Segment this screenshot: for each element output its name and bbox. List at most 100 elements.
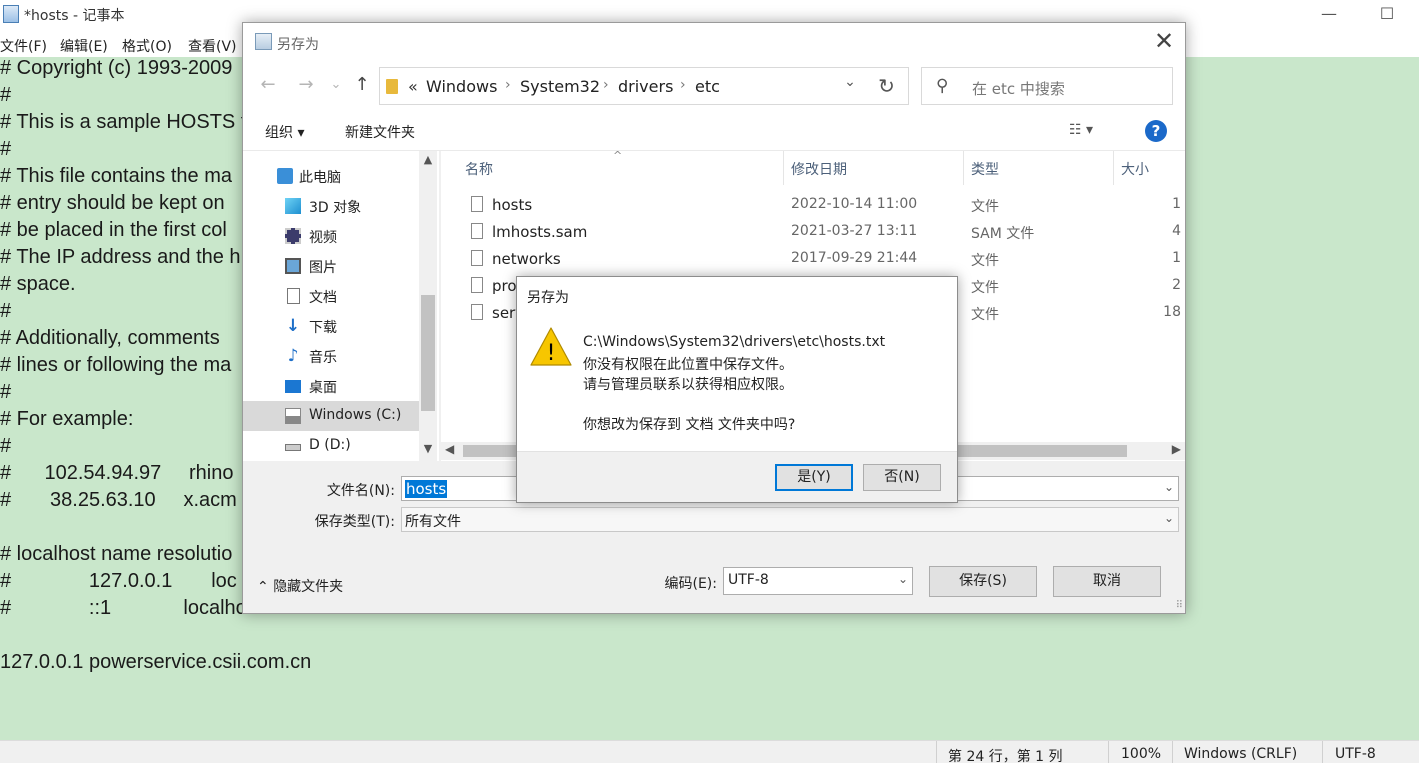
navigation-pane: 此电脑 3D 对象 视频 图片 文档 ↓ 下载 ♪ 音乐 桌面 Windows … <box>243 151 439 461</box>
text-line: # localhost name resolutio <box>0 543 233 565</box>
menu-file[interactable]: 文件(F) <box>0 36 47 56</box>
nav-pane-scrollbar[interactable]: ▲ ▼ <box>419 151 437 461</box>
sort-ascending-icon: ^ <box>613 151 623 162</box>
warning-message: 请与管理员联系以获得相应权限。 <box>583 377 793 393</box>
scroll-thumb[interactable] <box>421 295 435 411</box>
file-row[interactable]: networks 2017-09-29 21:44 文件 1 <box>441 247 1185 274</box>
column-header-size[interactable]: 大小 <box>1121 159 1149 179</box>
nav-item-windows-c[interactable]: Windows (C:) <box>243 401 419 431</box>
file-type: 文件 <box>971 253 999 269</box>
minimize-button[interactable]: — <box>1306 0 1352 30</box>
status-separator <box>1322 741 1323 763</box>
back-arrow-icon[interactable]: ← <box>255 71 281 99</box>
scroll-down-icon[interactable]: ▼ <box>419 442 437 460</box>
close-icon[interactable]: ✕ <box>1147 27 1181 57</box>
search-box[interactable]: ⚲ 在 etc 中搜索 <box>921 67 1173 105</box>
scroll-left-icon[interactable]: ◀ <box>445 442 454 456</box>
picture-icon <box>285 258 301 274</box>
file-date: 2021-03-27 13:11 <box>791 223 918 239</box>
filetype-select[interactable]: 所有文件 ⌄ <box>401 507 1179 532</box>
encoding-select[interactable]: UTF-8 ⌄ <box>723 567 913 595</box>
breadcrumb-drivers[interactable]: drivers <box>618 77 673 96</box>
status-zoom: 100% <box>1121 746 1162 762</box>
nav-item-downloads[interactable]: ↓ 下载 <box>243 311 419 341</box>
nav-item-label: 下载 <box>309 320 337 336</box>
file-size: 4 <box>1172 223 1181 239</box>
warning-question: 你想改为保存到 文档 文件夹中吗? <box>583 417 796 433</box>
up-arrow-icon[interactable]: ↑ <box>349 71 375 99</box>
menu-format[interactable]: 格式(O) <box>122 36 172 56</box>
view-options-icon[interactable]: ☷ ▾ <box>1069 122 1093 138</box>
column-header-type[interactable]: 类型 <box>971 159 999 179</box>
folder-icon <box>386 79 398 94</box>
organize-button[interactable]: 组织 ▾ <box>265 122 304 142</box>
encoding-value: UTF-8 <box>728 572 769 588</box>
column-divider[interactable] <box>963 151 964 185</box>
notepad-title: *hosts - 记事本 <box>24 8 125 24</box>
chevron-down-icon[interactable]: ⌄ <box>1164 511 1174 525</box>
filetype-value: 所有文件 <box>405 514 461 530</box>
chevron-down-icon[interactable]: ⌄ <box>838 74 862 98</box>
nav-item-label: 桌面 <box>309 380 337 396</box>
nav-item-music[interactable]: ♪ 音乐 <box>243 341 419 371</box>
chevron-right-icon[interactable]: › <box>505 77 511 93</box>
chevron-right-icon[interactable]: › <box>680 77 686 93</box>
file-size: 1 <box>1172 250 1181 266</box>
dialog-toolbar: 组织 ▾ 新建文件夹 ☷ ▾ ? <box>243 111 1185 151</box>
nav-item-3d-objects[interactable]: 3D 对象 <box>243 191 419 221</box>
file-name: lmhosts.sam <box>492 223 588 241</box>
file-row[interactable]: lmhosts.sam 2021-03-27 13:11 SAM 文件 4 <box>441 220 1185 247</box>
scroll-right-icon[interactable]: ▶ <box>1172 442 1181 456</box>
nav-item-pictures[interactable]: 图片 <box>243 251 419 281</box>
menu-view[interactable]: 查看(V) <box>188 36 237 56</box>
chevron-down-icon[interactable]: ⌄ <box>1164 480 1174 494</box>
refresh-icon[interactable]: ↻ <box>865 67 909 105</box>
breadcrumb-overflow[interactable]: « <box>408 77 418 96</box>
chevron-down-icon[interactable]: ⌄ <box>898 572 908 586</box>
column-header-name[interactable]: 名称 <box>465 159 493 179</box>
help-icon[interactable]: ? <box>1145 120 1167 142</box>
drive-d-icon <box>285 444 301 451</box>
address-bar[interactable]: « Windows › System32 › drivers › etc ⌄ <box>379 67 909 105</box>
new-folder-button[interactable]: 新建文件夹 <box>345 122 415 142</box>
scroll-up-icon[interactable]: ▲ <box>419 153 437 171</box>
resize-grip-icon[interactable]: ⠿ <box>1176 600 1183 611</box>
menu-edit[interactable]: 编辑(E) <box>60 36 108 56</box>
nav-item-videos[interactable]: 视频 <box>243 221 419 251</box>
file-size: 2 <box>1172 277 1181 293</box>
file-icon <box>471 223 483 239</box>
file-date: 2017-09-29 21:44 <box>791 250 918 266</box>
search-input[interactable]: 在 etc 中搜索 <box>972 78 1065 99</box>
no-button[interactable]: 否(N) <box>863 464 941 491</box>
forward-arrow-icon[interactable]: → <box>293 71 319 99</box>
desktop-icon <box>285 380 301 393</box>
chevron-right-icon[interactable]: › <box>603 77 609 93</box>
file-type: 文件 <box>971 199 999 215</box>
file-icon <box>471 304 483 320</box>
maximize-button[interactable]: ☐ <box>1364 0 1410 30</box>
nav-item-documents[interactable]: 文档 <box>243 281 419 311</box>
column-header-date[interactable]: 修改日期 <box>791 159 847 179</box>
yes-button[interactable]: 是(Y) <box>775 464 853 491</box>
warning-message: 你没有权限在此位置中保存文件。 <box>583 357 793 373</box>
recent-locations-chevron-icon[interactable]: ⌄ <box>323 71 349 99</box>
nav-item-desktop[interactable]: 桌面 <box>243 371 419 401</box>
text-line: # space. <box>0 273 76 295</box>
file-name: networks <box>492 250 561 268</box>
save-button[interactable]: 保存(S) <box>929 566 1037 597</box>
hide-folders-toggle[interactable]: ⌃ 隐藏文件夹 <box>257 576 343 596</box>
cancel-button[interactable]: 取消 <box>1053 566 1161 597</box>
breadcrumb-etc[interactable]: etc <box>695 77 720 96</box>
nav-item-this-pc[interactable]: 此电脑 <box>243 161 419 191</box>
breadcrumb-system32[interactable]: System32 <box>520 77 600 96</box>
file-date: 2022-10-14 11:00 <box>791 196 918 212</box>
column-divider[interactable] <box>1113 151 1114 185</box>
video-icon <box>285 228 301 244</box>
file-row[interactable]: hosts 2022-10-14 11:00 文件 1 <box>441 193 1185 220</box>
text-line: # <box>0 381 12 403</box>
text-line: # be placed in the first col <box>0 219 227 241</box>
column-divider[interactable] <box>783 151 784 185</box>
nav-item-d-drive[interactable]: D (D:) <box>243 431 419 461</box>
breadcrumb-windows[interactable]: Windows <box>426 77 497 96</box>
text-line: # <box>0 435 12 457</box>
